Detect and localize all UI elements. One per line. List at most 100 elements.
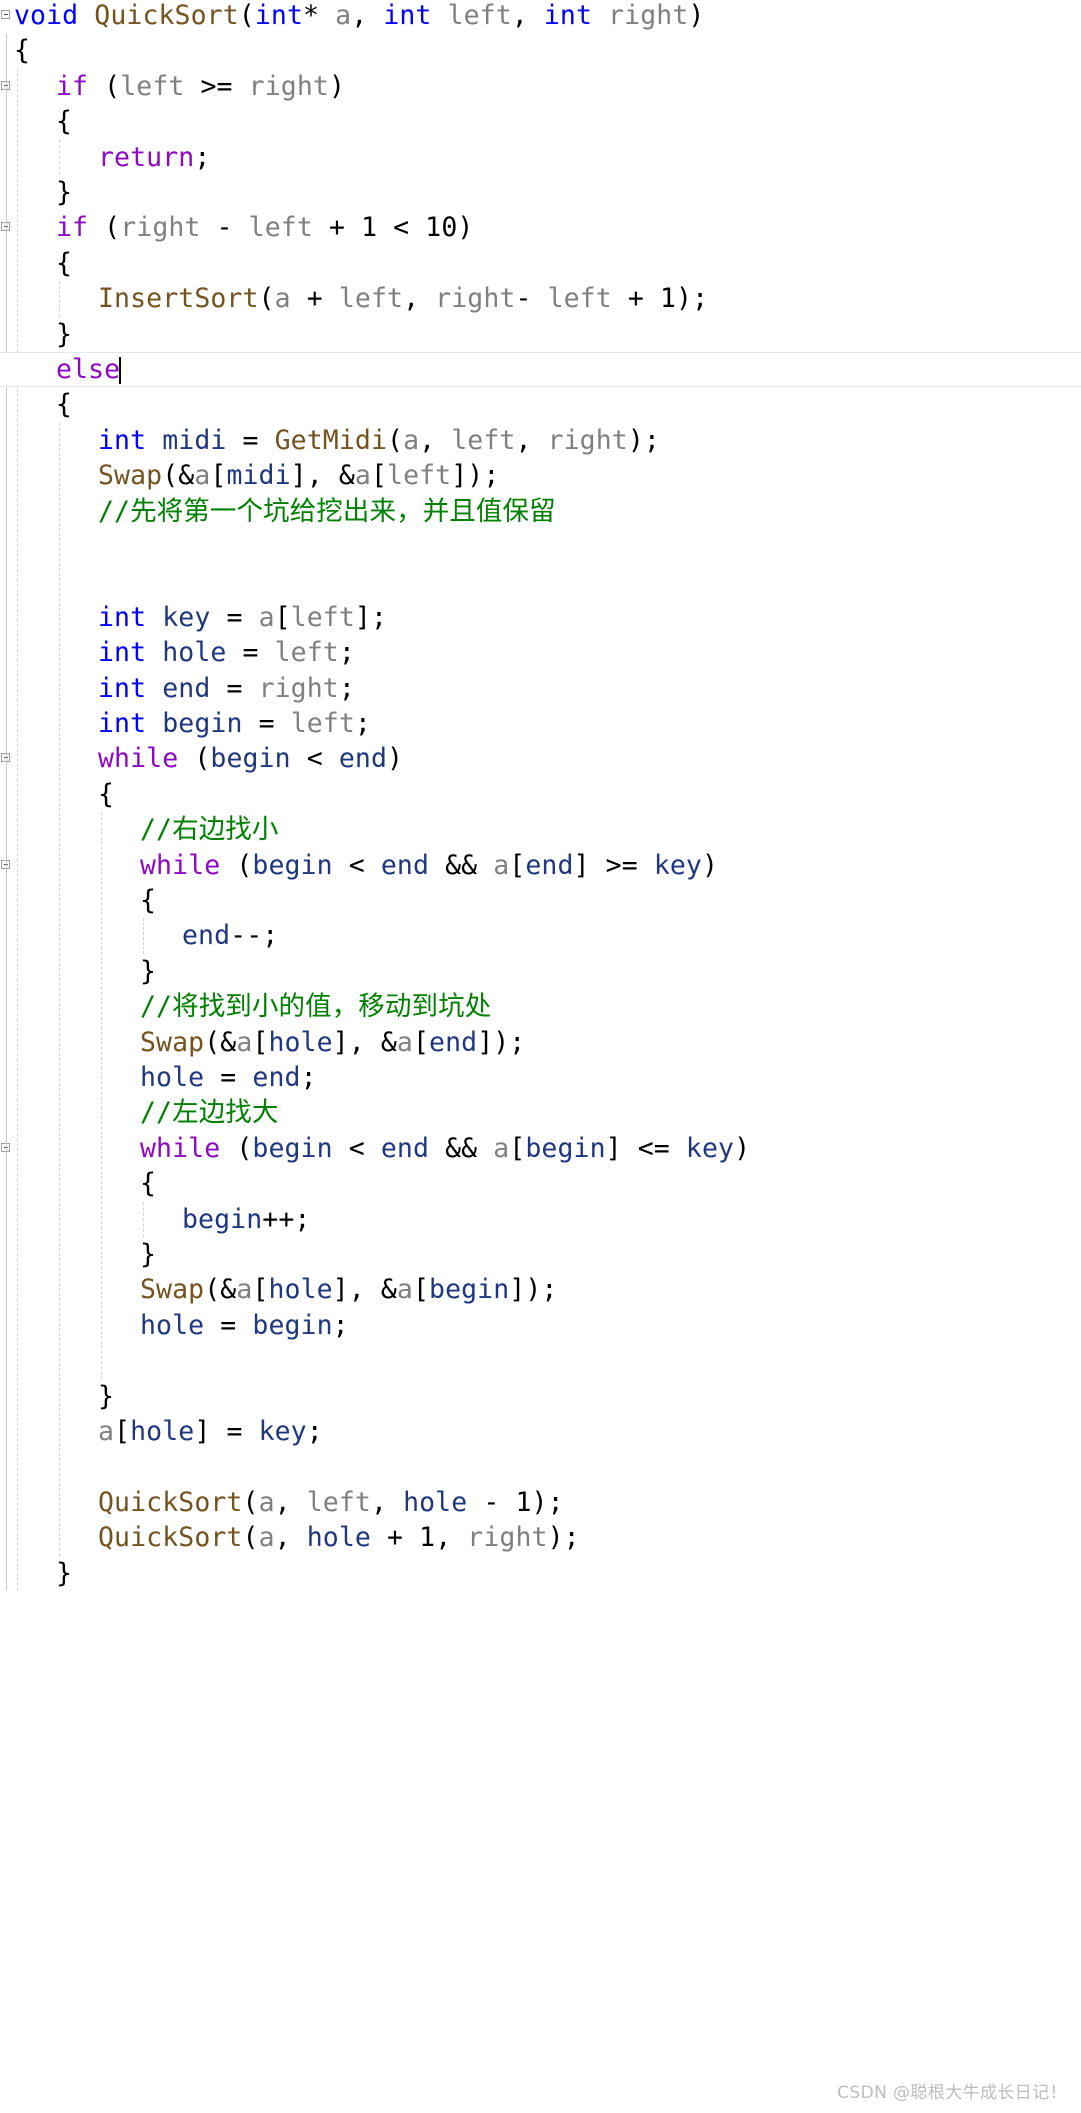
- code-line[interactable]: {: [0, 1166, 1081, 1201]
- code-line[interactable]: InsertSort(a + left, right- left + 1);: [0, 281, 1081, 316]
- token-param: a: [335, 0, 352, 31]
- token-punc: &&: [429, 1132, 494, 1164]
- code-line[interactable]: [0, 1449, 1081, 1484]
- code-line[interactable]: [0, 1343, 1081, 1378]
- token-punc: ]);: [451, 460, 500, 492]
- token-punc: ;: [338, 637, 355, 669]
- token-param: right: [248, 70, 329, 102]
- token-param: right: [120, 212, 201, 244]
- token-punc: (: [258, 283, 275, 315]
- token-punc: *: [303, 0, 320, 31]
- token-punc: =: [204, 1062, 253, 1093]
- code-line[interactable]: {: [0, 883, 1081, 918]
- code-line[interactable]: end--;: [0, 918, 1081, 953]
- token-param: left: [274, 637, 339, 669]
- token-type: int: [98, 637, 147, 669]
- token-punc: (: [242, 1486, 259, 1518]
- token-num: 1: [361, 212, 378, 244]
- code-line[interactable]: int midi = GetMidi(a, left, right);: [0, 423, 1081, 458]
- token-fn: GetMidi: [274, 424, 388, 456]
- code-line[interactable]: [0, 564, 1081, 599]
- code-line[interactable]: //右边找小: [0, 812, 1081, 847]
- code-line[interactable]: return;: [0, 140, 1081, 175]
- token-punc: [: [252, 1274, 269, 1306]
- token-type: int: [98, 672, 147, 704]
- token-type: int: [383, 0, 432, 31]
- code-line[interactable]: int key = a[left];: [0, 600, 1081, 635]
- code-line[interactable]: while (begin < end && a[begin] <= key): [0, 1131, 1081, 1166]
- token-local: begin: [525, 1132, 606, 1164]
- code-line[interactable]: }: [0, 954, 1081, 989]
- code-line[interactable]: void QuickSort(int* a, int left, int rig…: [0, 0, 1081, 33]
- code-text-area[interactable]: void QuickSort(int* a, int left, int rig…: [0, 0, 1081, 2113]
- token-punc: =: [210, 601, 259, 633]
- code-line[interactable]: if (right - left + 1 < 10): [0, 210, 1081, 245]
- code-line[interactable]: hole = begin;: [0, 1308, 1081, 1343]
- code-line[interactable]: //将找到小的值，移动到坑处: [0, 989, 1081, 1024]
- token-punc: [: [210, 460, 227, 492]
- token-local: hole: [140, 1309, 205, 1341]
- code-line[interactable]: {: [0, 33, 1081, 68]
- code-line[interactable]: begin++;: [0, 1202, 1081, 1237]
- token-punc: ;: [354, 708, 371, 739]
- token-punc: );: [531, 1486, 564, 1518]
- token-punc: }: [140, 955, 157, 987]
- token-local: end: [162, 672, 211, 704]
- token-local: midi: [226, 460, 291, 492]
- code-line[interactable]: int end = right;: [0, 671, 1081, 706]
- code-line[interactable]: }: [0, 1556, 1081, 1591]
- code-line[interactable]: }: [0, 1237, 1081, 1272]
- code-line[interactable]: }: [0, 317, 1081, 352]
- code-line[interactable]: QuickSort(a, left, hole - 1);: [0, 1485, 1081, 1520]
- token-punc: <: [332, 849, 381, 881]
- token-punc: ]);: [509, 1274, 558, 1306]
- code-line[interactable]: //左边找大: [0, 1095, 1081, 1130]
- token-punc: [: [412, 1274, 430, 1306]
- token-punc: [146, 708, 162, 739]
- token-type: int: [254, 0, 304, 31]
- code-line[interactable]: {: [0, 387, 1081, 422]
- code-line[interactable]: Swap(&a[hole], &a[end]);: [0, 1025, 1081, 1060]
- code-line[interactable]: QuickSort(a, hole + 1, right);: [0, 1520, 1081, 1555]
- token-param: right: [467, 1522, 548, 1554]
- token-punc: =: [242, 708, 291, 739]
- token-punc: {: [140, 885, 157, 916]
- code-line[interactable]: else: [0, 352, 1081, 388]
- token-punc: );: [676, 283, 709, 315]
- code-line[interactable]: }: [0, 175, 1081, 210]
- code-line[interactable]: if (left >= right): [0, 69, 1081, 104]
- token-local: hole: [268, 1026, 333, 1058]
- code-line[interactable]: {: [0, 777, 1081, 812]
- code-line[interactable]: while (begin < end && a[end] >= key): [0, 848, 1081, 883]
- token-punc: ): [701, 849, 719, 881]
- code-line[interactable]: int hole = left;: [0, 635, 1081, 670]
- code-line[interactable]: a[hole] = key;: [0, 1414, 1081, 1449]
- token-punc: [146, 425, 162, 456]
- token-punc: [319, 0, 335, 31]
- token-num: 1: [659, 283, 677, 315]
- token-num: 1: [419, 1522, 436, 1554]
- token-punc: ]);: [477, 1026, 526, 1058]
- token-type: int: [543, 0, 593, 31]
- token-punc: ): [457, 212, 474, 244]
- code-line[interactable]: while (begin < end): [0, 741, 1081, 776]
- token-param: left: [290, 601, 355, 633]
- code-line[interactable]: [0, 529, 1081, 564]
- token-param: a: [493, 1132, 510, 1164]
- code-line[interactable]: {: [0, 246, 1081, 281]
- token-punc: ], &: [290, 460, 355, 492]
- code-line[interactable]: Swap(&a[midi], &a[left]);: [0, 458, 1081, 493]
- token-param: left: [248, 212, 313, 244]
- code-line[interactable]: }: [0, 1379, 1081, 1414]
- token-param: right: [258, 672, 339, 704]
- token-param: left: [290, 708, 355, 739]
- token-local: hole: [162, 637, 227, 669]
- token-local: end: [182, 920, 231, 952]
- code-line[interactable]: int begin = left;: [0, 706, 1081, 741]
- code-line[interactable]: //先将第一个坑给挖出来，并且值保留: [0, 494, 1081, 529]
- code-line[interactable]: hole = end;: [0, 1060, 1081, 1095]
- code-line[interactable]: {: [0, 104, 1081, 139]
- code-line[interactable]: Swap(&a[hole], &a[begin]);: [0, 1272, 1081, 1307]
- token-local: key: [258, 1416, 307, 1447]
- token-punc: [: [274, 601, 291, 633]
